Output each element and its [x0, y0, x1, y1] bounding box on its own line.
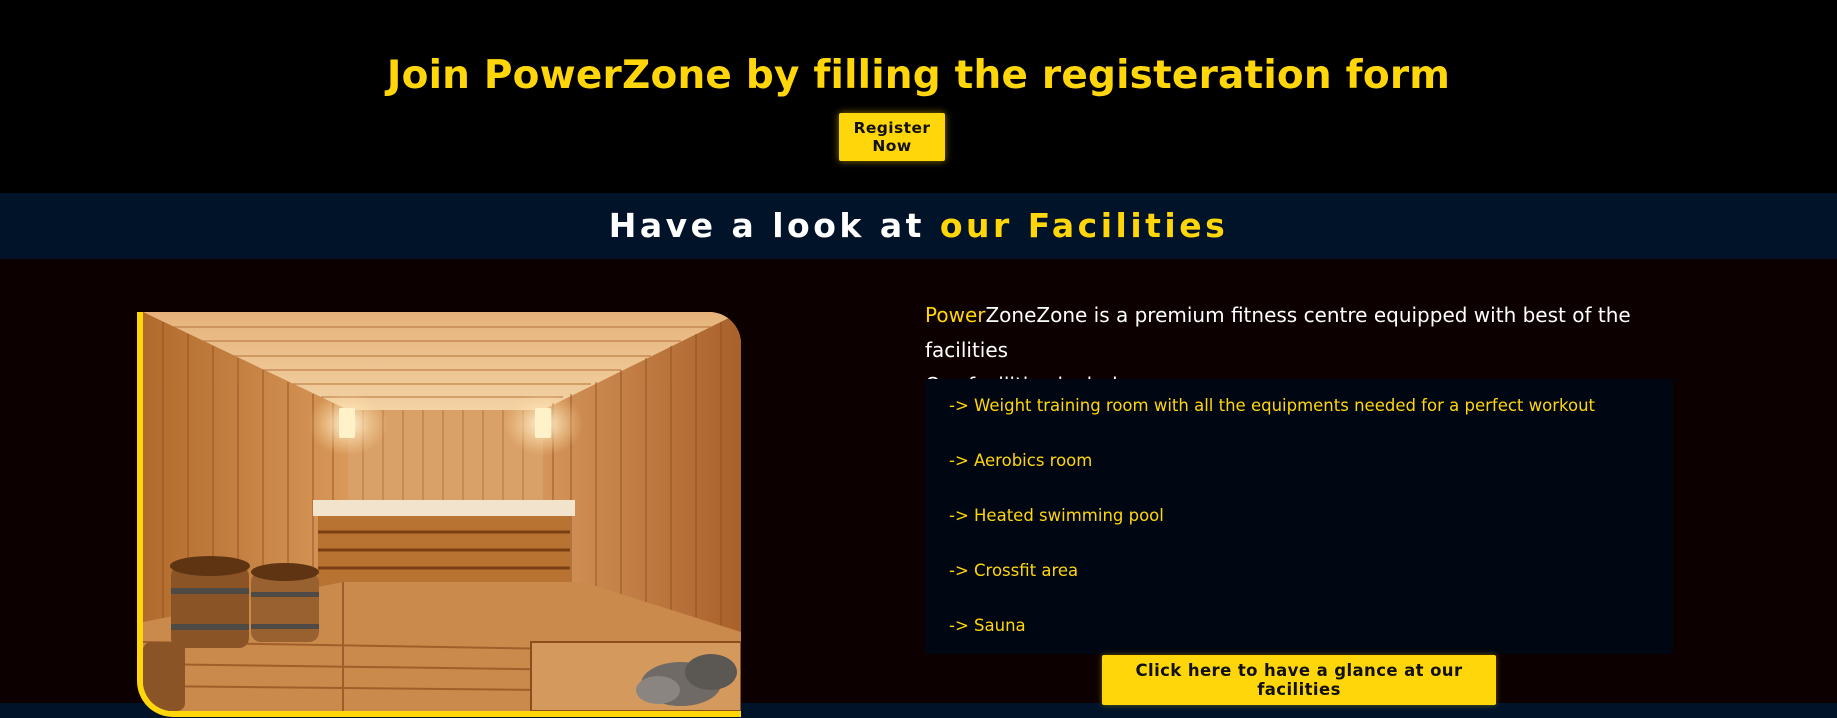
list-item: -> Weight training room with all the equ…: [949, 396, 1595, 415]
list-item: -> Crossfit area: [949, 561, 1079, 580]
sauna-image: [143, 312, 741, 711]
intro-rest: ZoneZone is a premium fitness centre equ…: [925, 303, 1631, 362]
register-now-button[interactable]: Register Now: [839, 113, 945, 161]
facilities-heading: Have a look at our Facilities: [0, 204, 1837, 248]
facilities-list: -> Weight training room with all the equ…: [925, 379, 1673, 654]
registration-title: Join PowerZone by filling the registerat…: [386, 53, 1451, 98]
page: Join PowerZone by filling the registerat…: [0, 0, 1837, 718]
registration-section: Join PowerZone by filling the registerat…: [0, 0, 1837, 193]
facilities-heading-prefix: Have a look at: [608, 206, 940, 245]
facilities-heading-band: Have a look at our Facilities: [0, 193, 1837, 259]
list-item: -> Heated swimming pool: [949, 506, 1164, 525]
glance-facilities-button[interactable]: Click here to have a glance at our facil…: [1102, 655, 1496, 705]
facilities-heading-accent: our Facilities: [939, 206, 1229, 245]
intro-brand-accent: Power: [925, 303, 986, 327]
list-item: -> Aerobics room: [949, 451, 1093, 470]
intro-line-1: PowerZoneZone is a premium fitness centr…: [925, 298, 1685, 368]
